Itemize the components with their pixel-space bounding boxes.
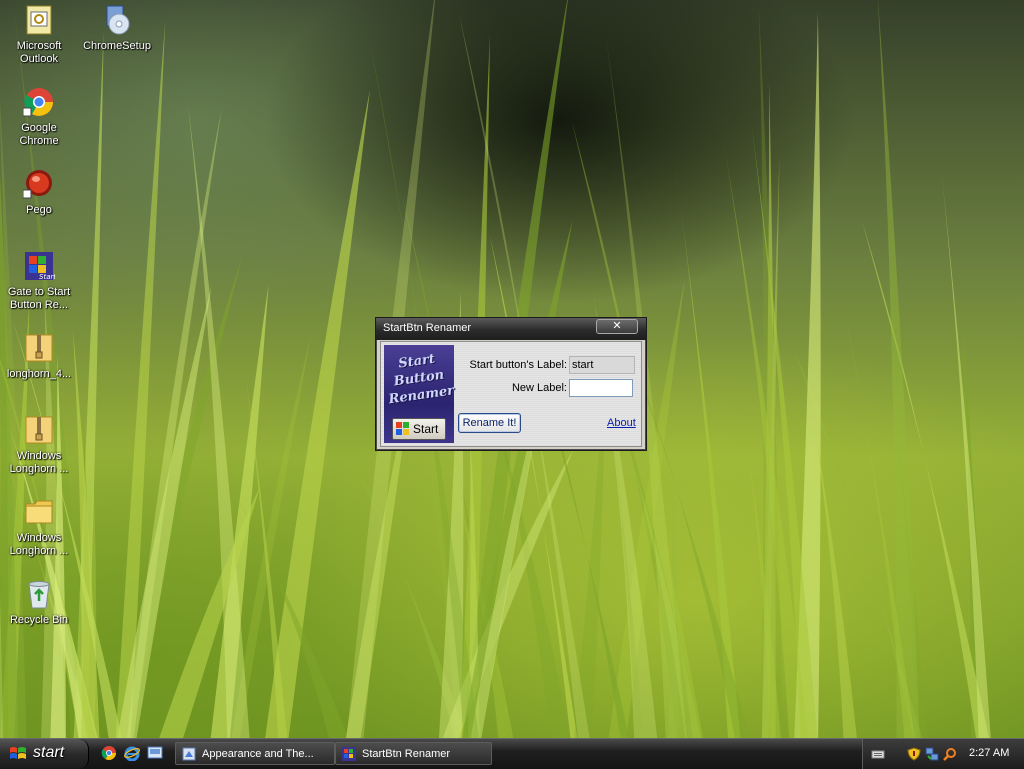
clock: 2:27 AM: [969, 747, 1010, 759]
about-link[interactable]: About: [607, 417, 636, 429]
taskbar-button-appearance[interactable]: Appearance and The...: [175, 742, 335, 765]
windows-flag-icon: [396, 422, 410, 436]
logo-panel: Start Button Renamer Start: [384, 345, 455, 443]
taskbar-button-label: Appearance and The...: [202, 748, 314, 760]
new-label-input[interactable]: [569, 379, 633, 397]
desktop-icon-windows-longhorn-zip[interactable]: Windows Longhorn ...: [1, 414, 77, 476]
grass-blade: [265, 89, 371, 738]
close-button[interactable]: ✕: [596, 319, 638, 334]
dialog-body: Start Button Renamer Start Start button'…: [380, 341, 642, 447]
desktop-icon-outlook[interactable]: Microsoft Outlook: [1, 4, 77, 66]
keyboard-icon[interactable]: [871, 747, 885, 761]
rename-button[interactable]: Rename It!: [458, 413, 521, 433]
windows-flag-icon: [9, 746, 27, 762]
desktop-icon-windows-longhorn-folder[interactable]: Windows Longhorn ...: [1, 496, 77, 558]
start-button-renamer-icon: [342, 747, 356, 761]
startbtn-renamer-dialog[interactable]: StartBtn Renamer ✕ Start Button Renamer …: [375, 317, 647, 451]
logo-start-label: Start: [413, 422, 439, 436]
search-icon[interactable]: [943, 747, 957, 761]
zip-folder-icon: [23, 332, 55, 364]
quicklaunch-internet-explorer-icon[interactable]: [124, 745, 140, 762]
outlook-icon: [23, 4, 55, 36]
recycle-bin-icon: [23, 578, 55, 610]
logo-text: Start Button Renamer: [387, 351, 455, 408]
current-label-caption: Start button's Label:: [469, 359, 568, 371]
desktop-icon-label: Microsoft Outlook: [16, 40, 62, 65]
network-icon[interactable]: [925, 747, 939, 761]
desktop-icon-gate-to-start[interactable]: Start Gate to Start Button Re...: [1, 250, 77, 312]
dialog-titlebar[interactable]: StartBtn Renamer ✕: [376, 318, 646, 340]
desktop-icon-label: Recycle Bin: [9, 614, 69, 626]
taskbar: start Appearance and The... StartBtn Ren…: [0, 738, 1024, 769]
system-tray: 2:27 AM: [862, 739, 1024, 769]
desktop-icon-longhorn-zip[interactable]: longhorn_4...: [1, 332, 77, 381]
desktop-icon-chromesetup[interactable]: ChromeSetup: [79, 4, 155, 53]
desktop-icon-label: Gate to Start Button Re...: [7, 286, 71, 311]
quicklaunch-show-desktop-icon[interactable]: [147, 745, 163, 761]
dialog-title: StartBtn Renamer: [383, 322, 472, 334]
desktop-icon-label: ChromeSetup: [83, 40, 151, 52]
current-label-field: start: [569, 356, 635, 374]
installer-cd-icon: [101, 4, 133, 36]
start-button[interactable]: start: [0, 739, 89, 769]
control-panel-icon: [182, 747, 196, 761]
desktop-icon-label: Pego: [26, 204, 52, 216]
logo-start-button: Start: [392, 418, 446, 440]
desktop-icon-label: Google Chrome: [19, 122, 59, 147]
close-icon: ✕: [612, 319, 622, 332]
pego-icon: [22, 168, 55, 200]
desktop-icon-label: longhorn_4...: [6, 368, 72, 380]
taskbar-button-startbtn-renamer[interactable]: StartBtn Renamer: [335, 742, 492, 765]
new-label-caption: New Label:: [511, 382, 567, 394]
desktop[interactable]: Microsoft Outlook ChromeSetup Google Chr…: [0, 0, 1024, 738]
desktop-icon-google-chrome[interactable]: Google Chrome: [1, 86, 77, 148]
desktop-icon-label: Windows Longhorn ...: [9, 450, 69, 475]
start-label: start: [33, 744, 65, 761]
desktop-icon-pego[interactable]: Pego: [1, 168, 77, 217]
chrome-icon: [22, 86, 55, 118]
zip-folder-icon: [23, 414, 55, 446]
start-button-renamer-icon: Start: [23, 250, 56, 282]
folder-icon: [23, 496, 55, 528]
desktop-icon-label: Windows Longhorn ...: [9, 532, 69, 557]
security-shield-icon[interactable]: [907, 747, 921, 761]
desktop-icon-recycle-bin[interactable]: Recycle Bin: [1, 578, 77, 627]
svg-text:Start: Start: [39, 273, 55, 281]
taskbar-button-label: StartBtn Renamer: [362, 748, 451, 760]
quicklaunch-chrome-icon[interactable]: [101, 745, 117, 761]
